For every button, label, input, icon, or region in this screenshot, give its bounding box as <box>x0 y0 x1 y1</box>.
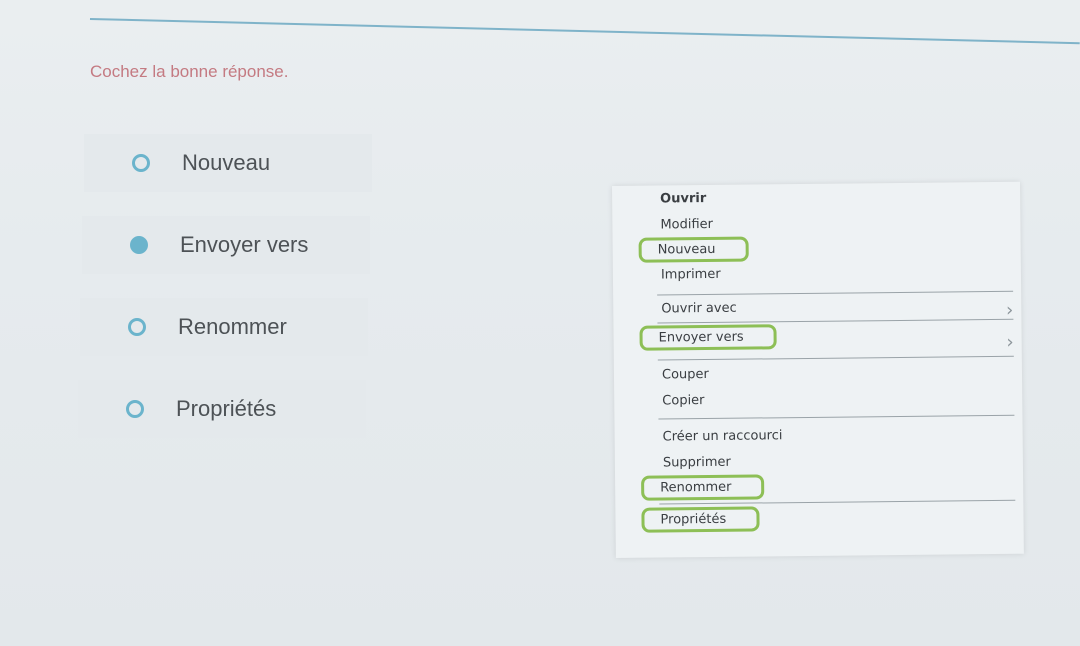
chevron-right-icon: › <box>1006 331 1014 353</box>
option-nouveau[interactable]: Nouveau <box>84 134 372 192</box>
menu-item-envoyer-vers: Envoyer vers <box>639 324 777 351</box>
menu-item-proprietes: Propriétés <box>641 506 760 533</box>
option-envoyer-vers[interactable]: Envoyer vers <box>82 216 370 274</box>
option-label: Propriétés <box>176 396 277 421</box>
option-renommer[interactable]: Renommer <box>80 298 368 356</box>
option-label: Nouveau <box>182 150 271 175</box>
menu-separator <box>657 318 1014 324</box>
option-label: Envoyer vers <box>180 232 309 257</box>
menu-item-imprimer: Imprimer <box>660 266 721 283</box>
highlight-renommer: Renommer <box>641 474 765 501</box>
radio-button[interactable] <box>126 400 144 418</box>
highlight-nouveau: Nouveau <box>638 236 749 263</box>
option-proprietes[interactable]: Propriétés <box>78 380 366 438</box>
menu-item-couper: Couper <box>661 366 709 383</box>
context-menu-image: Ouvrir Modifier Nouveau Imprimer Ouvrir … <box>612 181 1024 558</box>
option-label: Renommer <box>178 314 287 339</box>
top-divider <box>89 18 1080 45</box>
menu-separator <box>657 290 1014 296</box>
menu-separator <box>657 355 1014 361</box>
highlight-proprietes: Propriétés <box>641 506 760 533</box>
menu-separator <box>658 414 1015 420</box>
question-instruction: Cochez la bonne réponse. <box>90 62 289 81</box>
menu-item-modifier: Modifier <box>660 216 714 233</box>
radio-button-selected[interactable] <box>130 236 148 254</box>
menu-item-copier: Copier <box>662 393 705 409</box>
menu-separator <box>659 499 1016 505</box>
highlight-envoyer-vers: Envoyer vers <box>639 324 777 351</box>
menu-item-supprimer: Supprimer <box>662 454 731 471</box>
menu-item-ouvrir-avec: Ouvrir avec <box>661 300 737 317</box>
menu-item-creer-raccourci: Créer un raccourci <box>662 428 783 445</box>
menu-item-nouveau: Nouveau <box>638 236 749 263</box>
menu-item-renommer: Renommer <box>641 474 765 501</box>
radio-button[interactable] <box>128 318 146 336</box>
chevron-right-icon: › <box>1006 299 1014 321</box>
menu-item-ouvrir: Ouvrir <box>660 191 707 207</box>
radio-button[interactable] <box>132 154 150 172</box>
